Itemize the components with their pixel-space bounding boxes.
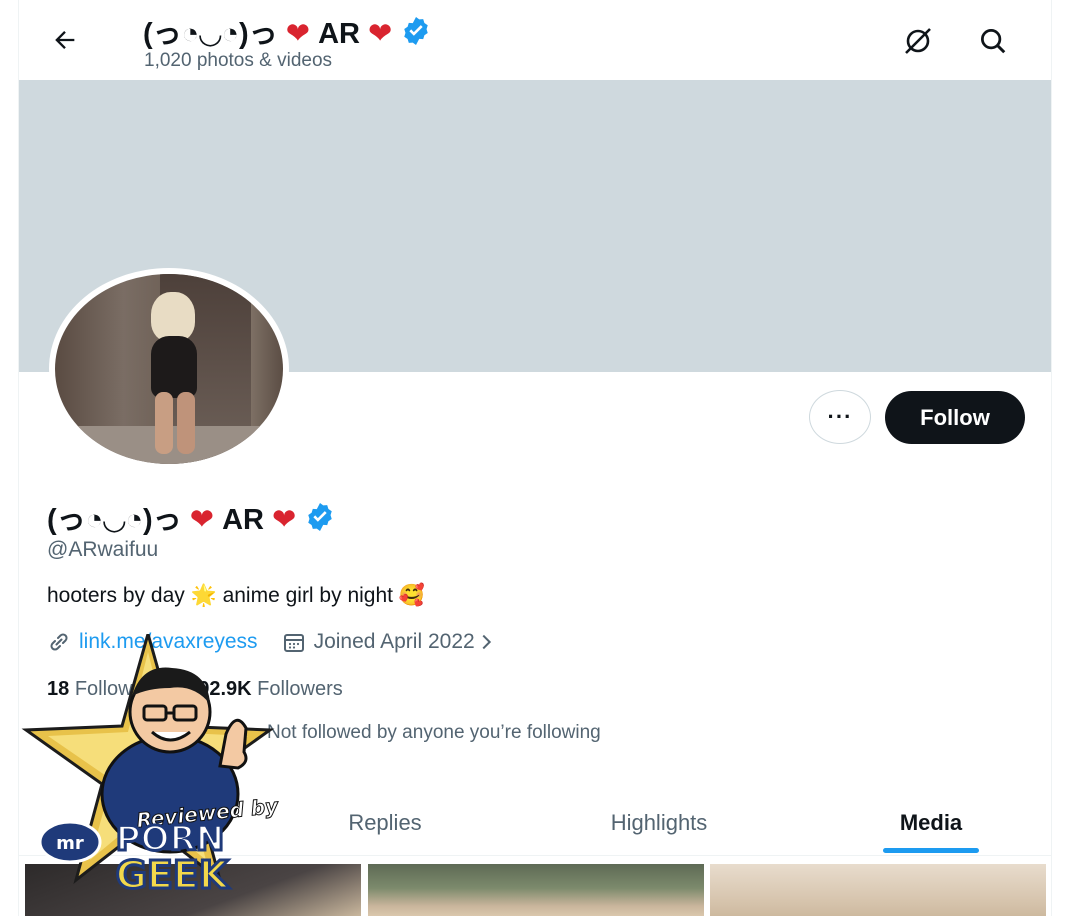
profile-name-text: (っ◔◡◔)っ ❤ AR ❤ <box>47 504 297 536</box>
profile-name: (っ◔◡◔)っ ❤ AR ❤ <box>47 496 336 538</box>
avatar[interactable] <box>49 268 289 470</box>
arrow-left-icon <box>55 31 75 49</box>
watermark-mr: mr <box>56 833 84 854</box>
profile-bio: hooters by day 🌟 anime girl by night 🥰 <box>47 584 425 607</box>
joined-date[interactable]: Joined April 2022 <box>314 630 475 654</box>
more-options-button[interactable]: ··· <box>809 390 871 444</box>
header-title: (っ◔◡◔)っ ❤ AR ❤ <box>143 10 432 52</box>
back-button[interactable] <box>47 22 83 58</box>
followed-by-text: Not followed by anyone you’re following <box>267 722 601 743</box>
media-tile[interactable] <box>710 864 1046 916</box>
tab-replies[interactable]: Replies <box>299 790 471 856</box>
follow-button[interactable]: Follow <box>885 391 1025 444</box>
watermark-geek: GEEK <box>116 853 230 897</box>
avatar-image <box>55 274 283 464</box>
chevron-right-icon[interactable] <box>475 631 497 653</box>
calendar-icon <box>283 634 304 652</box>
search-button[interactable] <box>974 22 1012 60</box>
media-tile[interactable] <box>368 864 704 916</box>
verified-badge-icon <box>404 17 429 45</box>
grok-button[interactable] <box>899 22 937 60</box>
header-title-text: (っ◔◡◔)っ ❤ AR ❤ <box>143 18 393 50</box>
top-bar: (っ◔◡◔)っ ❤ AR ❤ 1,020 photos & videos <box>19 0 1051 80</box>
profile-handle: @ARwaifuu <box>47 538 159 561</box>
active-tab-indicator <box>883 848 979 853</box>
watermark-logo: Reviewed by mr PORN GEEK <box>21 634 281 898</box>
verified-badge-icon <box>308 503 333 531</box>
grok-icon <box>905 28 931 54</box>
more-dots-icon: ··· <box>827 404 853 429</box>
header-subtitle: 1,020 photos & videos <box>144 50 333 71</box>
tab-highlights[interactable]: Highlights <box>559 790 759 856</box>
search-icon <box>981 29 1006 54</box>
tab-media[interactable]: Media <box>869 790 993 856</box>
